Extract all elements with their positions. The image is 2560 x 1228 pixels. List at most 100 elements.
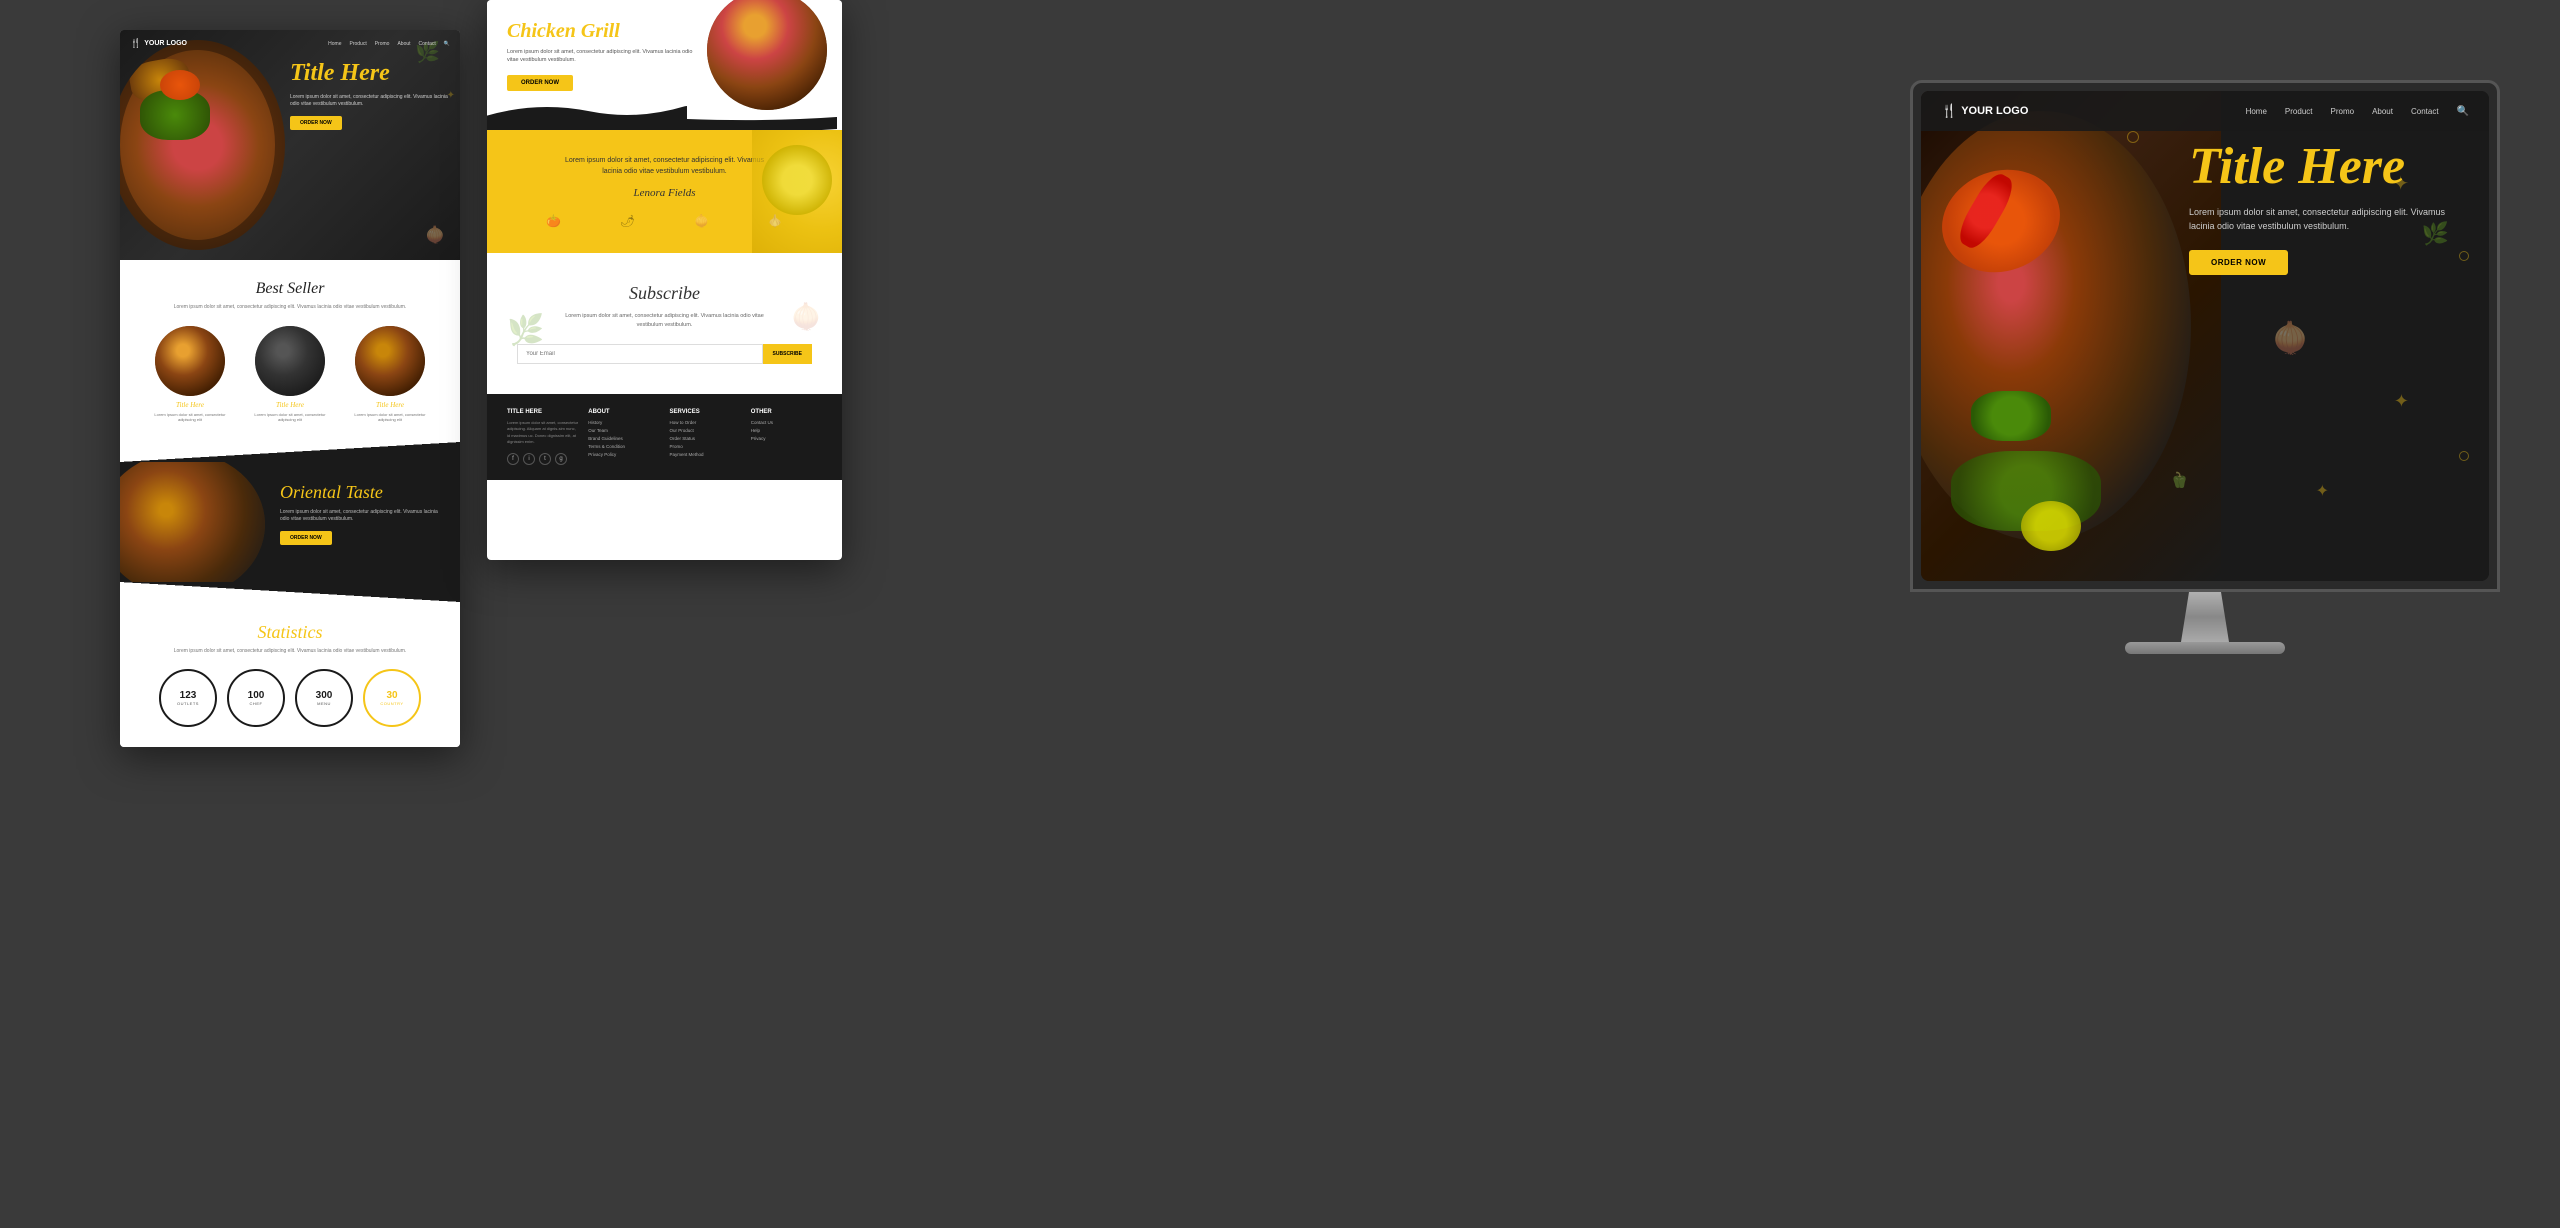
mid-testimonial-section: Lorem ipsum dolor sit amet, consectetur … [487,130,842,253]
stat-chef: 100 CHEF [227,669,285,727]
mon-nav: 🍴 YOUR LOGO Home Product Promo About Con… [1921,91,2489,131]
footer-col-2: ABOUT History Our Team Brand Guidelines … [588,409,659,466]
product-list: Title Here Lorem ipsum dolor sit amet, c… [135,326,445,422]
left-logo: 🍴 YOUR LOGO [130,38,187,49]
stat-menu: 300 MENU [295,669,353,727]
product-title-1: Title Here [148,401,233,409]
left-website-mockup: 🍴 YOUR LOGO Home Product Promo About Con… [120,30,460,747]
footer-link-our-product[interactable]: Our Product [670,428,741,433]
left-hero-content: Title Here Lorem ipsum dolor sit amet, c… [290,60,450,130]
nav-home[interactable]: Home [2246,107,2267,116]
product-text-3: Lorem ipsum dolor sit amet, consectetur … [348,412,433,422]
bestseller-text: Lorem ipsum dolor sit amet, consectetur … [135,304,445,311]
left-order-button[interactable]: ORDER NOW [290,116,342,130]
left-hero-text: Lorem ipsum dolor sit amet, consectetur … [290,94,450,108]
facebook-icon[interactable]: f [507,453,519,465]
brush-stroke-2 [487,117,837,130]
footer-link-privacy[interactable]: Privacy Policy [588,452,659,457]
footer-title-1: TITLE HERE [507,409,578,415]
lemon-deco [762,145,832,215]
google-icon[interactable]: g [555,453,567,465]
footer-link-brand[interactable]: Brand Guidelines [588,436,659,441]
footer-title-3: SERVICES [670,409,741,415]
deco-icon-2: ✦ [447,90,455,101]
product-text-1: Lorem ipsum dolor sit amet, consectetur … [148,412,233,422]
footer-col-1: TITLE HERE Lorem ipsum dolor sit amet, c… [507,409,578,466]
mon-deco-icon-2: 🌿 [2422,221,2449,247]
footer-link-order-status[interactable]: Order Status [670,436,741,441]
right-monitor: 🍴 YOUR LOGO Home Product Promo About Con… [1910,80,2500,654]
footer-title-4: OTHER [751,409,822,415]
product-image-3 [355,326,425,396]
product-item-2: Title Here Lorem ipsum dolor sit amet, c… [248,326,333,422]
footer-link-payment[interactable]: Payment Method [670,452,741,457]
deco-tomato-icon: 🍅 [546,214,561,228]
footer-link-team[interactable]: Our Team [588,428,659,433]
instagram-icon[interactable]: i [523,453,535,465]
statistics-text: Lorem ipsum dolor sit amet, consectetur … [135,648,445,654]
nav-promo[interactable]: Promo [2331,107,2355,116]
footer-link-contact[interactable]: Contact Us [751,420,822,425]
footer-text-1: Lorem ipsum dolor sit amet, consectetur … [507,420,578,446]
monitor-stand [2165,592,2245,642]
nav-product[interactable]: Product [2285,107,2313,116]
mon-deco-icon-1: ✦ [2392,171,2409,196]
deco-icons-row: 🍅 🌶 🧅 🧄 [517,214,812,228]
middle-website-mockup: Chicken Grill Lorem ipsum dolor sit amet… [487,0,842,560]
oriental-section: Oriental Taste Lorem ipsum dolor sit ame… [120,462,460,582]
mid-food-image [707,0,827,110]
product-image-1 [155,326,225,396]
stat-country-label: COUNTRY [380,701,403,706]
brush-transition-2 [120,582,460,602]
oriental-text: Lorem ipsum dolor sit amet, consectetur … [280,509,445,523]
mon-deco-icon-6: ✦ [2316,481,2329,501]
stat-chef-label: CHEF [250,701,263,706]
stat-outlets-label: OUTLETS [177,701,199,706]
statistics-section: Statistics Lorem ipsum dolor sit amet, c… [120,602,460,747]
footer-col-4: OTHER Contact Us Help Privacy [751,409,822,466]
product-text-2: Lorem ipsum dolor sit amet, consectetur … [248,412,333,422]
bestseller-title: Best Seller [135,280,445,298]
brush-transition [120,442,460,462]
monitor-foot [2125,642,2285,654]
product-item-3: Title Here Lorem ipsum dolor sit amet, c… [348,326,433,422]
statistics-circles: 123 OUTLETS 100 CHEF 300 MENU 30 COUNTRY [135,669,445,727]
stat-menu-number: 300 [316,691,333,701]
mon-order-button[interactable]: ORDER NOW [2189,250,2288,275]
footer-link-other-privacy[interactable]: Privacy [751,436,822,441]
footer-link-history[interactable]: History [588,420,659,425]
mid-order-button[interactable]: ORDER NOW [507,75,573,91]
left-bestseller-section: Best Seller Lorem ipsum dolor sit amet, … [120,260,460,442]
footer-link-terms[interactable]: Terms & Condition [588,444,659,449]
stat-chef-number: 100 [248,691,265,701]
mon-logo: 🍴 YOUR LOGO [1941,103,2028,119]
mon-nav-links: Home Product Promo About Contact 🔍 [2246,106,2469,117]
product-title-2: Title Here [248,401,333,409]
nav-contact[interactable]: Contact [2411,107,2439,116]
footer-link-promo[interactable]: Promo [670,444,741,449]
statistics-title: Statistics [135,622,445,643]
footer-col-3: SERVICES How to Order Our Product Order … [670,409,741,466]
lemon-overlay [2021,501,2081,551]
monitor-inner: 🍴 YOUR LOGO Home Product Promo About Con… [1921,91,2489,581]
sub-deco-left: 🌿 [507,313,544,348]
left-nav-links: Home Product Promo About Contact 🔍 [328,41,450,47]
mon-deco-icon-5: 🫑 [2170,471,2189,489]
deco-circle-1 [2127,131,2139,143]
social-icons: f i t g [507,453,578,465]
sub-deco-right: 🧅 [791,303,822,332]
oriental-order-button[interactable]: ORDER NOW [280,531,332,545]
testimonial-text: Lorem ipsum dolor sit amet, consectetur … [555,155,775,177]
deco-icon-1: 🧅 [425,225,445,245]
footer-link-how-order[interactable]: How to Order [670,420,741,425]
footer-link-help[interactable]: Help [751,428,822,433]
nav-about[interactable]: About [2372,107,2393,116]
search-icon[interactable]: 🔍 [2457,106,2469,117]
stat-country-number: 30 [386,691,397,701]
email-input[interactable] [517,344,763,364]
subscribe-button[interactable]: SUBSCRIBE [763,344,812,364]
product-item-1: Title Here Lorem ipsum dolor sit amet, c… [148,326,233,422]
twitter-icon[interactable]: t [539,453,551,465]
left-hero-section: 🍴 YOUR LOGO Home Product Promo About Con… [120,30,460,260]
stat-country: 30 COUNTRY [363,669,421,727]
